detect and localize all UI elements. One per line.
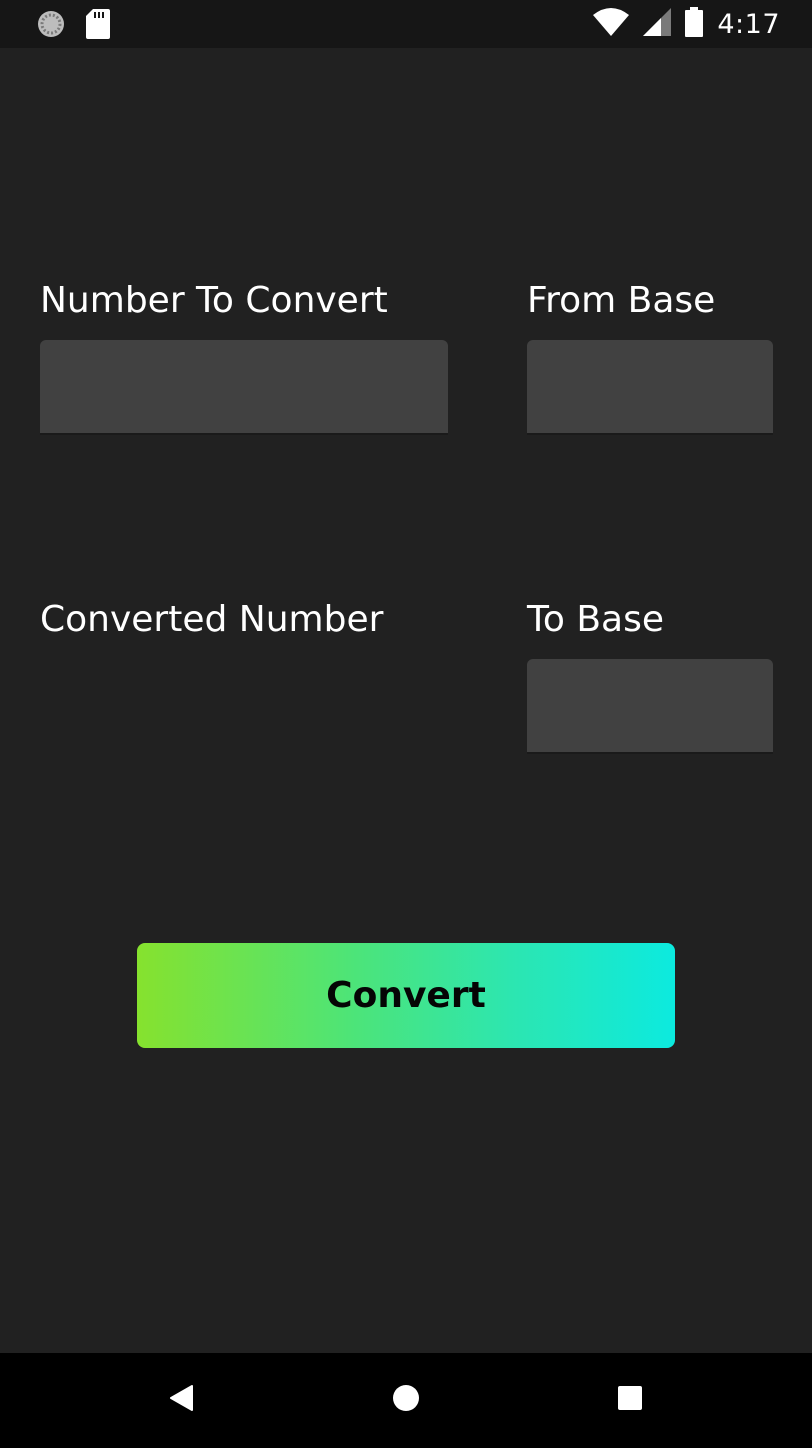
sd-card-icon bbox=[86, 9, 110, 44]
number-to-convert-label: Number To Convert bbox=[40, 280, 388, 321]
home-icon bbox=[392, 1384, 420, 1417]
sync-icon bbox=[36, 9, 66, 44]
number-to-convert-input[interactable] bbox=[40, 340, 448, 435]
recents-button[interactable] bbox=[570, 1353, 690, 1448]
from-base-input[interactable] bbox=[527, 340, 773, 435]
screen: 4:17 Number To Convert From Base Convert… bbox=[0, 0, 812, 1448]
back-button[interactable] bbox=[121, 1353, 241, 1448]
to-base-input[interactable] bbox=[527, 659, 773, 754]
navigation-bar bbox=[0, 1353, 812, 1448]
battery-icon bbox=[685, 6, 704, 42]
from-base-label: From Base bbox=[527, 280, 716, 321]
to-base-label: To Base bbox=[527, 599, 665, 640]
status-time: 4:17 bbox=[717, 8, 780, 40]
home-button[interactable] bbox=[346, 1353, 466, 1448]
recents-icon bbox=[617, 1385, 643, 1416]
wifi-icon bbox=[593, 7, 630, 41]
converted-number-label: Converted Number bbox=[40, 599, 384, 640]
signal-icon bbox=[643, 7, 672, 41]
status-left-icons bbox=[36, 9, 110, 44]
status-right-icons: 4:17 bbox=[593, 0, 780, 48]
back-icon bbox=[168, 1384, 194, 1417]
convert-button[interactable]: Convert bbox=[137, 943, 675, 1048]
status-bar: 4:17 bbox=[0, 0, 812, 48]
